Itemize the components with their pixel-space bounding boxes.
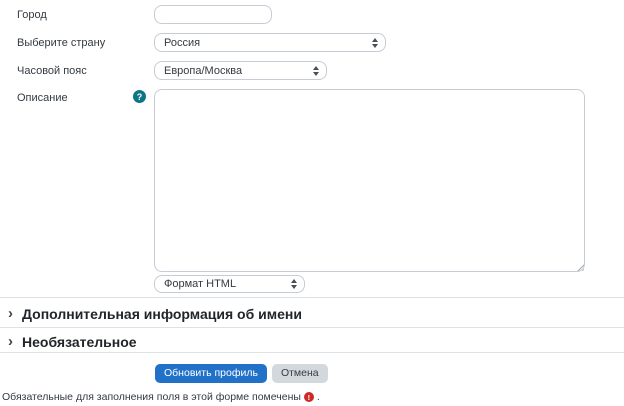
profile-edit-form: Город Выберите страну Россия Часовой поя… bbox=[0, 0, 624, 406]
required-fields-suffix: . bbox=[317, 391, 320, 403]
form-actions: Обновить профиль Отмена bbox=[155, 364, 328, 383]
timezone-select[interactable]: Европа/Москва bbox=[154, 61, 327, 80]
description-textarea[interactable] bbox=[154, 89, 585, 272]
timezone-select-value: Европа/Москва bbox=[164, 65, 306, 77]
description-label: Описание bbox=[17, 92, 68, 105]
divider bbox=[0, 352, 624, 353]
country-select-value: Россия bbox=[164, 37, 365, 49]
help-icon[interactable]: ? bbox=[133, 90, 146, 103]
select-arrows-icon bbox=[291, 279, 297, 289]
section-title: Необязательное bbox=[22, 334, 137, 350]
chevron-right-icon: › bbox=[8, 335, 13, 349]
divider bbox=[0, 297, 624, 298]
section-additional-names[interactable]: › Дополнительная информация об имени bbox=[8, 304, 302, 324]
country-label: Выберите страну bbox=[17, 37, 105, 50]
required-icon: ! bbox=[304, 392, 314, 402]
select-arrows-icon bbox=[313, 66, 319, 76]
cancel-button[interactable]: Отмена bbox=[272, 364, 328, 383]
city-label: Город bbox=[17, 9, 47, 22]
chevron-right-icon: › bbox=[8, 307, 13, 321]
divider bbox=[0, 327, 624, 328]
section-title: Дополнительная информация об имени bbox=[22, 306, 302, 322]
select-arrows-icon bbox=[372, 38, 378, 48]
section-optional[interactable]: › Необязательное bbox=[8, 332, 137, 352]
text-format-select-value: Формат HTML bbox=[164, 278, 284, 290]
text-format-select[interactable]: Формат HTML bbox=[154, 275, 305, 293]
required-fields-note: Обязательные для заполнения поля в этой … bbox=[2, 391, 320, 403]
country-select[interactable]: Россия bbox=[154, 33, 386, 52]
required-fields-text: Обязательные для заполнения поля в этой … bbox=[2, 391, 301, 403]
city-input[interactable] bbox=[154, 5, 272, 24]
update-profile-button[interactable]: Обновить профиль bbox=[155, 364, 267, 383]
timezone-label: Часовой пояс bbox=[17, 65, 87, 78]
